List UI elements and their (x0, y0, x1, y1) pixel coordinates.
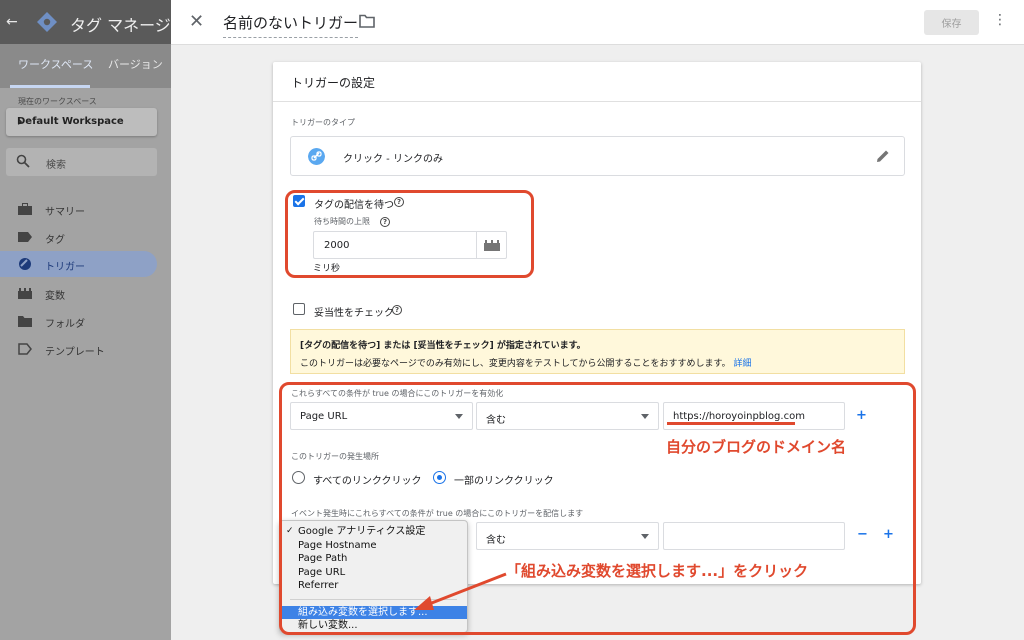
briefcase-icon (18, 203, 32, 215)
notice-text: このトリガーは必要なページでのみ有効にし、変更内容をテストしてから公開することを… (300, 359, 731, 369)
close-icon[interactable]: ✕ (189, 11, 204, 32)
arrow-icon (414, 572, 507, 610)
card-title: トリガーの設定 (291, 76, 376, 90)
sidebar-item-tags[interactable]: タグ (0, 224, 157, 250)
chevron-right-icon: › (17, 114, 23, 130)
sidebar-item-triggers[interactable]: トリガー (0, 251, 157, 277)
back-arrow-icon[interactable]: ← (6, 14, 18, 30)
folder-icon (18, 316, 32, 327)
warning-notice: [タグの配信を待つ] または [妥当性をチェック] が指定されています。 このト… (290, 329, 905, 374)
domain-underline (667, 422, 795, 425)
folder-icon[interactable] (359, 14, 375, 28)
notice-title: [タグの配信を待つ] または [妥当性をチェック] が指定されています。 (300, 341, 586, 351)
domain-annotation: 自分のブログのドメイン名 (666, 438, 847, 456)
trigger-icon (19, 258, 31, 270)
sidebar-item-label: フォルダ (45, 319, 85, 330)
sidebar-item-label: トリガー (45, 262, 85, 273)
click-annotation: 「組み込み変数を選択します...」をクリック (506, 562, 809, 580)
sidebar-item-summary[interactable]: サマリー (0, 196, 157, 222)
template-icon (18, 343, 32, 355)
sidebar-item-variables[interactable]: 変数 (0, 280, 157, 306)
trigger-type-label: トリガーのタイプ (291, 118, 355, 127)
edit-pencil-icon[interactable] (875, 148, 891, 164)
trigger-type-value: クリック - リンクのみ (343, 154, 443, 165)
search-placeholder: 検索 (46, 160, 66, 171)
tab-workspace[interactable]: ワークスペース (18, 56, 93, 72)
notice-details-link[interactable]: 詳細 (734, 359, 752, 369)
check-validation-checkbox[interactable] (293, 303, 305, 315)
highlight-conditions (279, 382, 916, 635)
tab-versions[interactable]: バージョン (108, 56, 163, 72)
workspace-selector[interactable]: Default Workspace › (6, 108, 157, 136)
sidebar-item-label: 変数 (45, 291, 65, 302)
variable-icon (18, 288, 32, 299)
trigger-type-selector[interactable]: クリック - リンクのみ (290, 136, 905, 176)
app-topbar: ← タグ マネージャー (0, 0, 171, 44)
sidebar-item-label: テンプレート (45, 347, 105, 358)
workspace-tabs: ワークスペース バージョン (0, 44, 171, 88)
tag-icon (18, 232, 32, 242)
trigger-name-field[interactable]: 名前のないトリガー (223, 12, 359, 38)
gtm-logo-icon (37, 12, 57, 32)
search-input[interactable]: 検索 (6, 148, 157, 176)
sidebar: 現在のワークスペース Default Workspace › 検索 サマリー タ… (0, 88, 171, 640)
link-icon (308, 148, 325, 165)
sidebar-item-templates[interactable]: テンプレート (0, 336, 157, 362)
current-workspace-label: 現在のワークスペース (18, 97, 97, 106)
highlight-wait-settings (285, 190, 534, 278)
sidebar-item-label: タグ (45, 235, 65, 246)
app-header: ← タグ マネージャー ワークスペース バージョン (0, 0, 171, 88)
more-vert-icon[interactable]: ⋮ (993, 12, 1007, 28)
sidebar-item-label: サマリー (45, 207, 85, 218)
divider (273, 101, 921, 102)
search-icon (16, 154, 30, 168)
sidebar-item-folders[interactable]: フォルダ (0, 308, 157, 334)
help-icon[interactable]: ? (392, 305, 402, 315)
check-validation-label: 妥当性をチェック (314, 308, 394, 319)
save-button[interactable]: 保存 (924, 10, 979, 35)
panel-header: ✕ 名前のないトリガー 保存 ⋮ (171, 0, 1024, 45)
notice-body: このトリガーは必要なページでのみ有効にし、変更内容をテストしてから公開することを… (300, 356, 752, 369)
app-title: タグ マネージャー (70, 16, 171, 35)
